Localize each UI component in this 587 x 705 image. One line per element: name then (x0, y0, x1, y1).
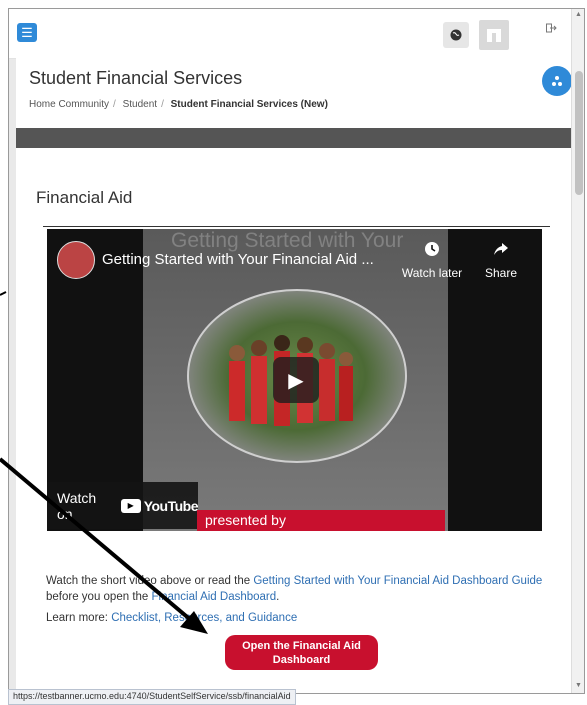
presented-by-banner: presented by (197, 510, 445, 531)
user-avatar[interactable] (479, 20, 509, 50)
thumbnail-overlay-title: Getting Started with Your (171, 229, 404, 252)
breadcrumb-separator: / (113, 99, 116, 110)
clock-icon (400, 241, 464, 262)
watch-on-label: Watch on (57, 489, 97, 522)
page-title: Student Financial Services (29, 68, 243, 88)
page-header: Student Financial Services Home Communit… (16, 58, 571, 128)
browser-frame: ☰ Student Financial Services Home Commun… (8, 8, 585, 694)
channel-logo[interactable] (57, 241, 95, 279)
top-bar: ☰ (9, 9, 571, 59)
main-content: Financial Aid Getting Started with Your … (16, 148, 571, 693)
youtube-logo: ▶ YouTube (120, 497, 199, 514)
instructions-paragraph: Watch the short video above or read the … (46, 573, 546, 605)
youtube-play-icon: ▶ (120, 498, 141, 513)
section-title: Financial Aid (36, 188, 133, 207)
learn-more-label: Learn more: (46, 612, 112, 624)
paragraph-text: before you open the (46, 591, 152, 603)
header-divider-band (16, 128, 571, 148)
open-dashboard-button[interactable]: Open the Financial Aid Dashboard (225, 635, 378, 670)
learn-more-line: Learn more: Checklist, Resources, and Gu… (46, 612, 297, 624)
share-label: Share (484, 266, 518, 280)
sitemap-icon[interactable] (542, 66, 572, 96)
sign-out-icon[interactable] (546, 23, 557, 36)
paragraph-text: . (276, 591, 280, 603)
watch-on-youtube-button[interactable]: Watch on ▶ YouTube (47, 482, 199, 529)
play-icon[interactable]: ▶ (273, 357, 319, 403)
breadcrumb: Home Community / Student / Student Financi… (29, 99, 328, 110)
breadcrumb-student[interactable]: Student (123, 99, 157, 110)
watch-later-button[interactable]: Watch later (400, 241, 464, 280)
dashboard-link[interactable]: Financial Aid Dashboard (152, 591, 277, 603)
vertical-scrollbar[interactable]: ▲ ▼ (571, 9, 584, 693)
youtube-wordmark: YouTube (143, 497, 199, 514)
resources-link[interactable]: Checklist, Resources, and Guidance (111, 612, 297, 624)
share-arrow-icon (481, 241, 521, 262)
video-title[interactable]: Getting Started with Your Financial Aid … (102, 251, 374, 268)
scroll-thumb[interactable] (575, 71, 583, 195)
paragraph-text: Watch the short video above or read the (46, 575, 254, 587)
hamburger-menu-icon[interactable]: ☰ (17, 23, 37, 42)
watch-later-label: Watch later (401, 266, 463, 280)
scroll-down-icon[interactable]: ▼ (575, 682, 582, 689)
scroll-up-icon[interactable]: ▲ (575, 11, 582, 18)
breadcrumb-home[interactable]: Home Community (29, 99, 109, 110)
breadcrumb-current: Student Financial Services (New) (170, 99, 328, 110)
globe-icon[interactable] (443, 22, 469, 48)
breadcrumb-separator: / (161, 99, 164, 110)
guide-link[interactable]: Getting Started with Your Financial Aid … (253, 575, 542, 587)
section-divider (43, 226, 550, 227)
youtube-video-embed[interactable]: Getting Started with Your Getting Starte… (47, 229, 542, 531)
share-button[interactable]: Share (481, 241, 521, 280)
